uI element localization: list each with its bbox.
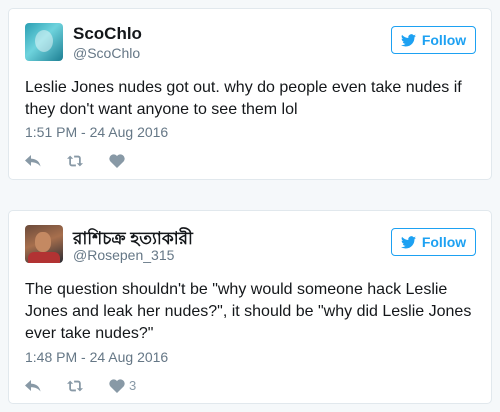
follow-label: Follow bbox=[421, 234, 467, 250]
tweet-card: রাশিচক্র হত্যাকারী @Rosepen_315 Follow T… bbox=[8, 210, 492, 404]
avatar[interactable] bbox=[25, 225, 63, 263]
tweet-timestamp[interactable]: 1:48 PM - 24 Aug 2016 bbox=[25, 349, 168, 365]
user-handle[interactable]: @ScoChlo bbox=[73, 45, 140, 61]
retweet-button[interactable] bbox=[67, 379, 83, 393]
user-name[interactable]: ScoChlo bbox=[73, 24, 142, 44]
reply-icon bbox=[25, 155, 41, 167]
retweet-icon bbox=[67, 380, 83, 391]
reply-button[interactable] bbox=[25, 154, 41, 168]
tweet-actions: 3 bbox=[25, 378, 162, 393]
tweet-text-line: ever take nudes?" bbox=[25, 325, 154, 342]
tweet-card: ScoChlo @ScoChlo Follow Leslie Jones nud… bbox=[8, 8, 492, 180]
like-button[interactable] bbox=[109, 154, 129, 168]
like-button[interactable]: 3 bbox=[109, 378, 136, 393]
retweet-button[interactable] bbox=[67, 154, 83, 168]
heart-icon bbox=[109, 154, 125, 168]
tweet-text-line: Leslie Jones nudes got out. why do peopl… bbox=[25, 79, 462, 96]
twitter-bird-icon bbox=[400, 33, 416, 46]
tweet-text-line: they don't want anyone to see them lol bbox=[25, 101, 298, 118]
tweet-text-line: Jones and leak her nudes?", it should be… bbox=[25, 303, 472, 320]
tweet-text: The question shouldn't be "why would som… bbox=[25, 279, 477, 345]
reply-button[interactable] bbox=[25, 379, 41, 393]
tweet-text: Leslie Jones nudes got out. why do peopl… bbox=[25, 77, 477, 121]
tweet-actions bbox=[25, 154, 155, 168]
follow-button[interactable]: Follow bbox=[391, 26, 476, 54]
follow-label: Follow bbox=[421, 32, 467, 48]
tweet-timestamp[interactable]: 1:51 PM - 24 Aug 2016 bbox=[25, 124, 168, 140]
avatar[interactable] bbox=[25, 23, 63, 61]
like-count: 3 bbox=[129, 378, 137, 393]
retweet-icon bbox=[67, 155, 83, 167]
tweet-text-line: The question shouldn't be "why would som… bbox=[25, 281, 448, 298]
twitter-bird-icon bbox=[400, 235, 416, 248]
user-handle[interactable]: @Rosepen_315 bbox=[73, 247, 174, 263]
reply-icon bbox=[25, 379, 41, 391]
heart-icon bbox=[109, 378, 125, 393]
follow-button[interactable]: Follow bbox=[391, 228, 476, 256]
